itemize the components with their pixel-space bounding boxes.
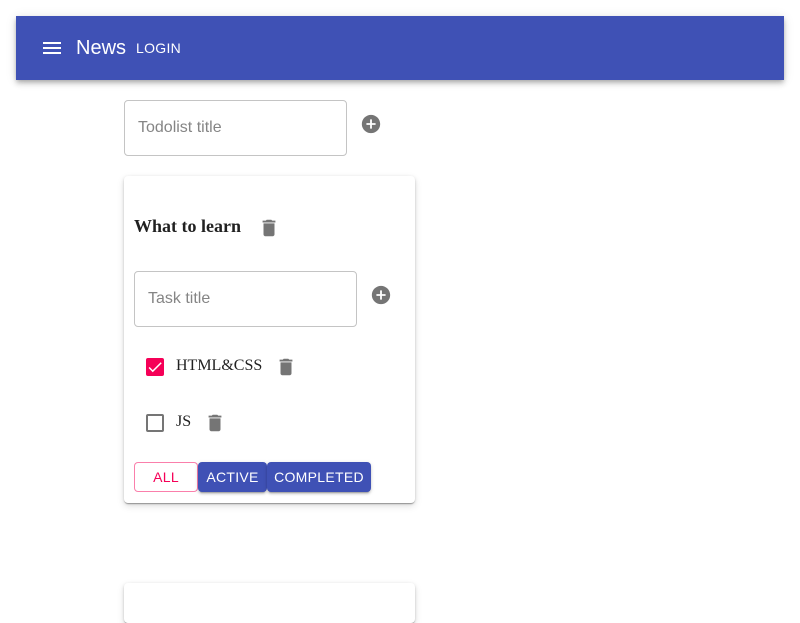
checkmark-icon — [148, 362, 162, 373]
trash-icon — [279, 358, 293, 376]
delete-todolist-button[interactable] — [258, 217, 280, 239]
app-bar: News LOGIN — [16, 16, 784, 80]
filter-active-button[interactable]: ACTIVE — [198, 462, 267, 492]
delete-task-button[interactable] — [275, 356, 297, 378]
todolist-card — [124, 583, 415, 623]
menu-icon[interactable] — [40, 36, 64, 60]
task-label: JS — [176, 413, 192, 430]
add-task-button[interactable] — [370, 284, 392, 306]
app-title: News — [76, 37, 127, 59]
task-label: HTML&CSS — [176, 357, 263, 374]
add-todolist-button[interactable] — [360, 113, 382, 135]
login-button[interactable]: LOGIN — [136, 38, 181, 58]
task-title-field[interactable] — [134, 271, 357, 327]
filter-all-button[interactable]: ALL — [134, 462, 198, 492]
add-circle-icon — [371, 285, 391, 305]
trash-icon — [262, 219, 276, 237]
task-title-input[interactable] — [135, 272, 356, 326]
todolist-title-input[interactable] — [125, 101, 346, 155]
filter-completed-button[interactable]: COMPLETED — [267, 462, 371, 492]
todolist-card: What to learn HTML&CSS JS ALL ACTIVE COM… — [124, 176, 415, 503]
trash-icon — [208, 414, 222, 432]
todolist-title: What to learn — [134, 216, 241, 236]
task-checkbox[interactable] — [146, 358, 164, 376]
task-checkbox[interactable] — [146, 414, 164, 432]
delete-task-button[interactable] — [204, 412, 226, 434]
add-circle-icon — [361, 114, 381, 134]
todolist-title-field[interactable] — [124, 100, 347, 156]
